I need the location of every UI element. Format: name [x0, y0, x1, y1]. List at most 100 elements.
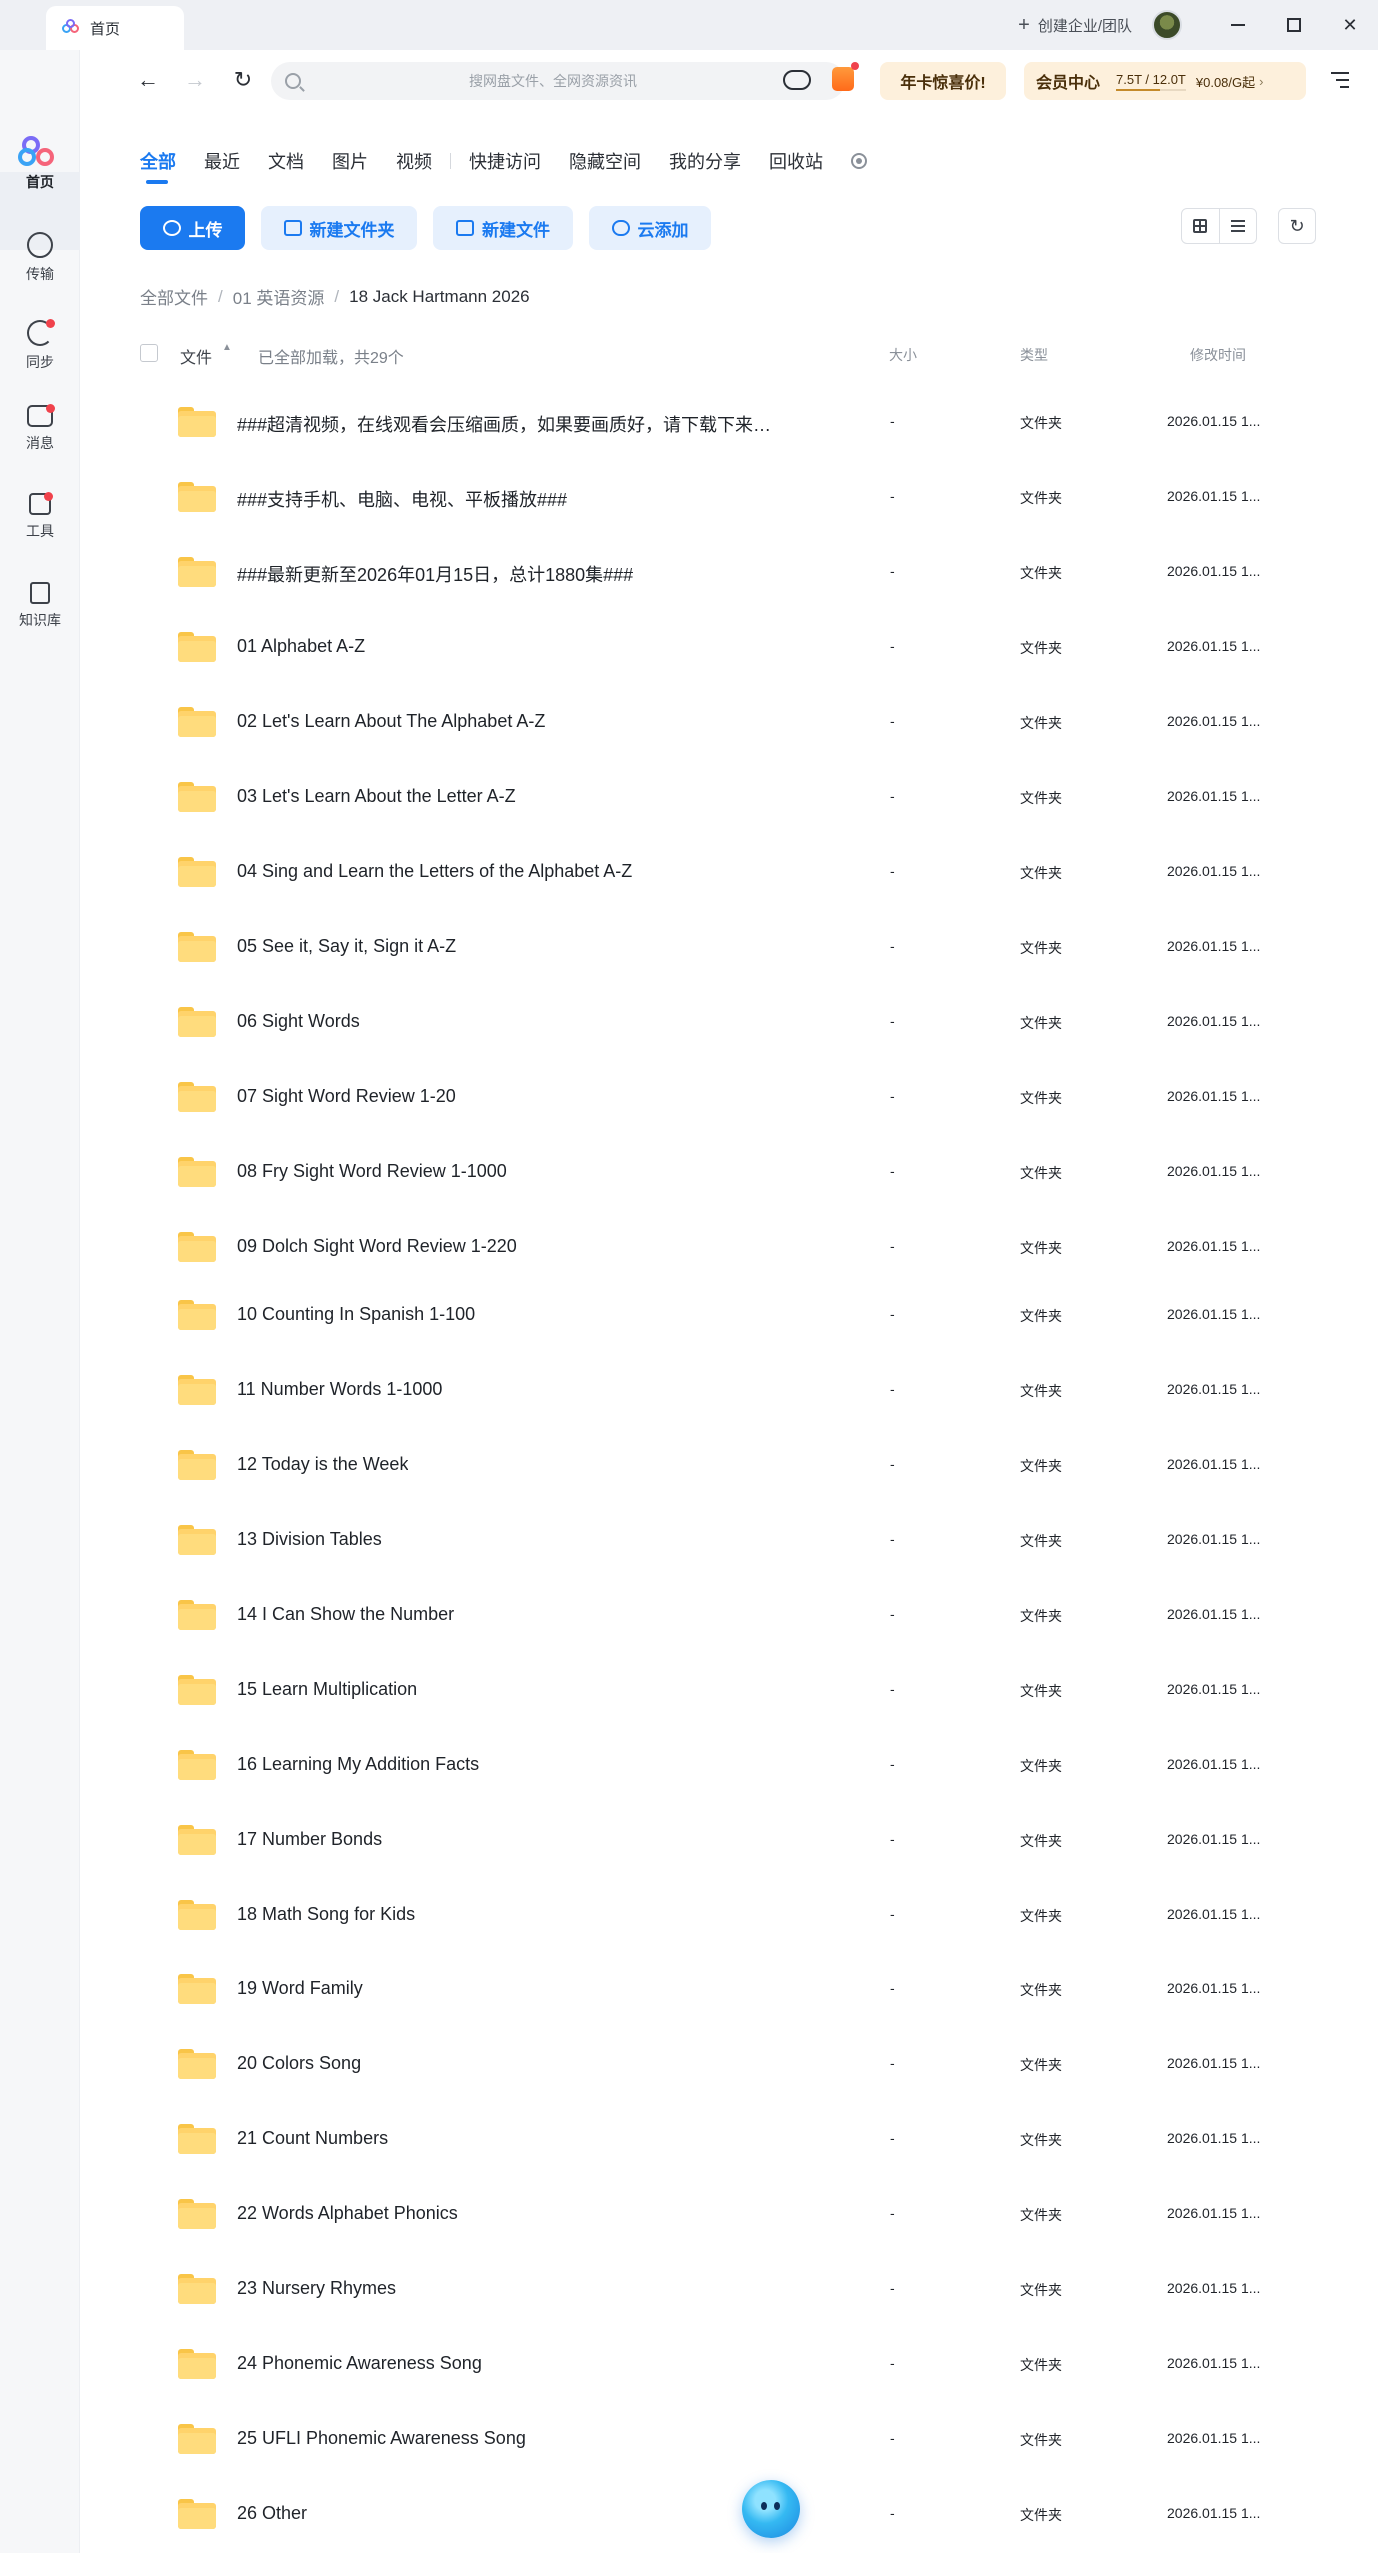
tab-recycle-bin[interactable]: 回收站	[769, 148, 823, 174]
file-name[interactable]: 04 Sing and Learn the Letters of the Alp…	[237, 861, 632, 882]
table-row[interactable]: 01 Alphabet A-Z - 文件夹 2026.01.15 1...	[140, 611, 1300, 681]
table-row[interactable]: 02 Let's Learn About The Alphabet A-Z - 文件…	[140, 686, 1300, 756]
name-column-header[interactable]: 文件	[180, 344, 212, 368]
file-name[interactable]: 25 UFLI Phonemic Awareness Song	[237, 2428, 526, 2449]
file-name[interactable]: 13 Division Tables	[237, 1529, 382, 1550]
file-name[interactable]: 06 Sight Words	[237, 1011, 360, 1032]
file-name[interactable]: 15 Learn Multiplication	[237, 1679, 417, 1700]
rail-item-home[interactable]: 首页	[0, 172, 80, 192]
table-row[interactable]: 18 Math Song for Kids - 文件夹 2026.01.15 1...	[140, 1879, 1300, 1949]
list-view-button[interactable]	[1220, 209, 1257, 243]
table-row[interactable]: ###超清视频，在线观看会压缩画质，如果要画质好，请下载下来观... - 文件夹 20…	[140, 386, 1300, 456]
table-row[interactable]: 04 Sing and Learn the Letters of the Alp…	[140, 836, 1300, 906]
table-row[interactable]: 16 Learning My Addition Facts - 文件夹 2026.01…	[140, 1729, 1300, 1799]
table-row[interactable]: 20 Colors Song - 文件夹 2026.01.15 1...	[140, 2028, 1300, 2098]
table-row[interactable]: 15 Learn Multiplication - 文件夹 2026.01.15 1.…	[140, 1654, 1300, 1724]
tab-documents[interactable]: 文档	[268, 148, 304, 174]
type-column-header[interactable]: 类型	[1020, 345, 1048, 365]
table-row[interactable]: 26 Other - 文件夹 2026.01.15 1...	[140, 2478, 1300, 2548]
file-name[interactable]: 14 I Can Show the Number	[237, 1604, 454, 1625]
sort-icon[interactable]: ▲	[222, 342, 232, 353]
tab-hidden-space[interactable]: 隐藏空间	[569, 148, 641, 174]
file-name[interactable]: 03 Let's Learn About the Letter A-Z	[237, 786, 516, 807]
table-row[interactable]: 11 Number Words 1-1000 - 文件夹 2026.01.15 1..…	[140, 1354, 1300, 1424]
gamepad-icon[interactable]	[783, 70, 811, 90]
file-name[interactable]: 12 Today is the Week	[237, 1454, 408, 1475]
rail-item-knowledge[interactable]: 知识库	[0, 582, 80, 630]
refresh-nav-button[interactable]: ↻	[227, 64, 259, 96]
file-name[interactable]: 17 Number Bonds	[237, 1829, 382, 1850]
table-row[interactable]: 19 Word Family - 文件夹 2026.01.15 1...	[140, 1953, 1300, 2023]
file-name[interactable]: 10 Counting In Spanish 1-100	[237, 1304, 475, 1325]
table-row[interactable]: 23 Nursery Rhymes - 文件夹 2026.01.15 1...	[140, 2253, 1300, 2323]
avatar[interactable]	[1152, 10, 1182, 40]
file-name[interactable]: 19 Word Family	[237, 1978, 363, 1999]
file-name[interactable]: 20 Colors Song	[237, 2053, 361, 2074]
refresh-button[interactable]: ↻	[1278, 208, 1316, 244]
file-name[interactable]: 05 See it, Say it, Sign it A-Z	[237, 936, 456, 957]
file-name[interactable]: 24 Phonemic Awareness Song	[237, 2353, 482, 2374]
select-all-checkbox[interactable]	[140, 344, 158, 362]
breadcrumb-root[interactable]: 全部文件	[140, 284, 208, 309]
file-name[interactable]: 26 Other	[237, 2503, 307, 2524]
table-row[interactable]: 06 Sight Words - 文件夹 2026.01.15 1...	[140, 986, 1300, 1056]
cloud-add-button[interactable]: 云添加	[589, 206, 711, 250]
table-row[interactable]: 07 Sight Word Review 1-20 - 文件夹 2026.01.15 …	[140, 1061, 1300, 1131]
tab-videos[interactable]: 视频	[396, 148, 432, 174]
table-row[interactable]: 17 Number Bonds - 文件夹 2026.01.15 1...	[140, 1804, 1300, 1874]
table-row[interactable]: 24 Phonemic Awareness Song - 文件夹 2026.01.15…	[140, 2328, 1300, 2398]
tab-home[interactable]: 首页	[46, 6, 184, 50]
table-row[interactable]: 03 Let's Learn About the Letter A-Z - 文件夹 2…	[140, 761, 1300, 831]
file-name[interactable]: 08 Fry Sight Word Review 1-1000	[237, 1161, 507, 1182]
file-name[interactable]: ###支持手机、电脑、电视、平板播放###	[237, 486, 567, 512]
tab-recent[interactable]: 最近	[204, 148, 240, 174]
time-column-header[interactable]: 修改时间	[1190, 345, 1246, 365]
maximize-button[interactable]	[1266, 0, 1322, 50]
table-row[interactable]: 12 Today is the Week - 文件夹 2026.01.15 1...	[140, 1429, 1300, 1499]
table-row[interactable]: 10 Counting In Spanish 1-100 - 文件夹 2026.01.…	[140, 1279, 1300, 1349]
create-team-button[interactable]: + 创建企业/团队	[1018, 14, 1132, 37]
file-name[interactable]: 22 Words Alphabet Phonics	[237, 2203, 458, 2224]
rail-item-sync[interactable]: 同步	[0, 319, 80, 372]
grid-view-button[interactable]	[1182, 209, 1220, 243]
file-name[interactable]: 18 Math Song for Kids	[237, 1904, 415, 1925]
file-name[interactable]: 11 Number Words 1-1000	[237, 1379, 442, 1400]
table-row[interactable]: 25 UFLI Phonemic Awareness Song - 文件夹 2026.…	[140, 2403, 1300, 2473]
table-row[interactable]: 05 See it, Say it, Sign it A-Z - 文件夹 2026.0…	[140, 911, 1300, 981]
table-row[interactable]: 21 Count Numbers - 文件夹 2026.01.15 1...	[140, 2103, 1300, 2173]
table-row[interactable]: 09 Dolch Sight Word Review 1-220 - 文件夹 2026…	[140, 1211, 1300, 1281]
table-row[interactable]: ###支持手机、电脑、电视、平板播放### - 文件夹 2026.01.15 1...	[140, 461, 1300, 531]
rail-item-transfer[interactable]: 传输	[0, 232, 80, 284]
table-row[interactable]: 08 Fry Sight Word Review 1-1000 - 文件夹 2026.…	[140, 1136, 1300, 1206]
minimize-button[interactable]	[1210, 0, 1266, 50]
upload-button[interactable]: 上传	[140, 206, 245, 250]
close-button[interactable]: ✕	[1322, 0, 1378, 50]
back-button[interactable]: ←	[132, 64, 164, 96]
menu-icon[interactable]	[1331, 72, 1349, 88]
table-row[interactable]: 22 Words Alphabet Phonics - 文件夹 2026.01.15 …	[140, 2178, 1300, 2248]
breadcrumb-parent[interactable]: 01 英语资源	[233, 284, 325, 309]
tab-images[interactable]: 图片	[332, 148, 368, 174]
table-row[interactable]: 14 I Can Show the Number - 文件夹 2026.01.15 1…	[140, 1579, 1300, 1649]
table-row[interactable]: ###最新更新至2026年01月15日，总计1880集### - 文件夹 2026.0…	[140, 536, 1300, 606]
file-name[interactable]: 16 Learning My Addition Facts	[237, 1754, 479, 1775]
rail-item-messages[interactable]: 消息	[0, 404, 80, 453]
file-name[interactable]: 07 Sight Word Review 1-20	[237, 1086, 456, 1107]
file-name[interactable]: 21 Count Numbers	[237, 2128, 388, 2149]
tab-quick-access[interactable]: 快捷访问	[469, 148, 541, 174]
tab-my-shares[interactable]: 我的分享	[669, 148, 741, 174]
size-column-header[interactable]: 大小	[889, 345, 917, 365]
file-name[interactable]: 23 Nursery Rhymes	[237, 2278, 396, 2299]
new-folder-button[interactable]: 新建文件夹	[261, 206, 417, 250]
search-bar[interactable]	[271, 62, 845, 100]
promo-button[interactable]: 年卡惊喜价!	[880, 62, 1006, 100]
table-row[interactable]: 13 Division Tables - 文件夹 2026.01.15 1...	[140, 1504, 1300, 1574]
file-name[interactable]: 01 Alphabet A-Z	[237, 636, 365, 657]
assistant-mascot-icon[interactable]	[742, 2480, 800, 2538]
rail-item-tools[interactable]: 工具	[0, 492, 80, 541]
file-name[interactable]: ###超清视频，在线观看会压缩画质，如果要画质好，请下载下来观...	[237, 411, 777, 437]
forward-button[interactable]: →	[179, 64, 211, 96]
new-file-button[interactable]: 新建文件	[433, 206, 573, 250]
gift-icon[interactable]	[832, 62, 859, 91]
file-name[interactable]: 02 Let's Learn About The Alphabet A-Z	[237, 711, 545, 732]
